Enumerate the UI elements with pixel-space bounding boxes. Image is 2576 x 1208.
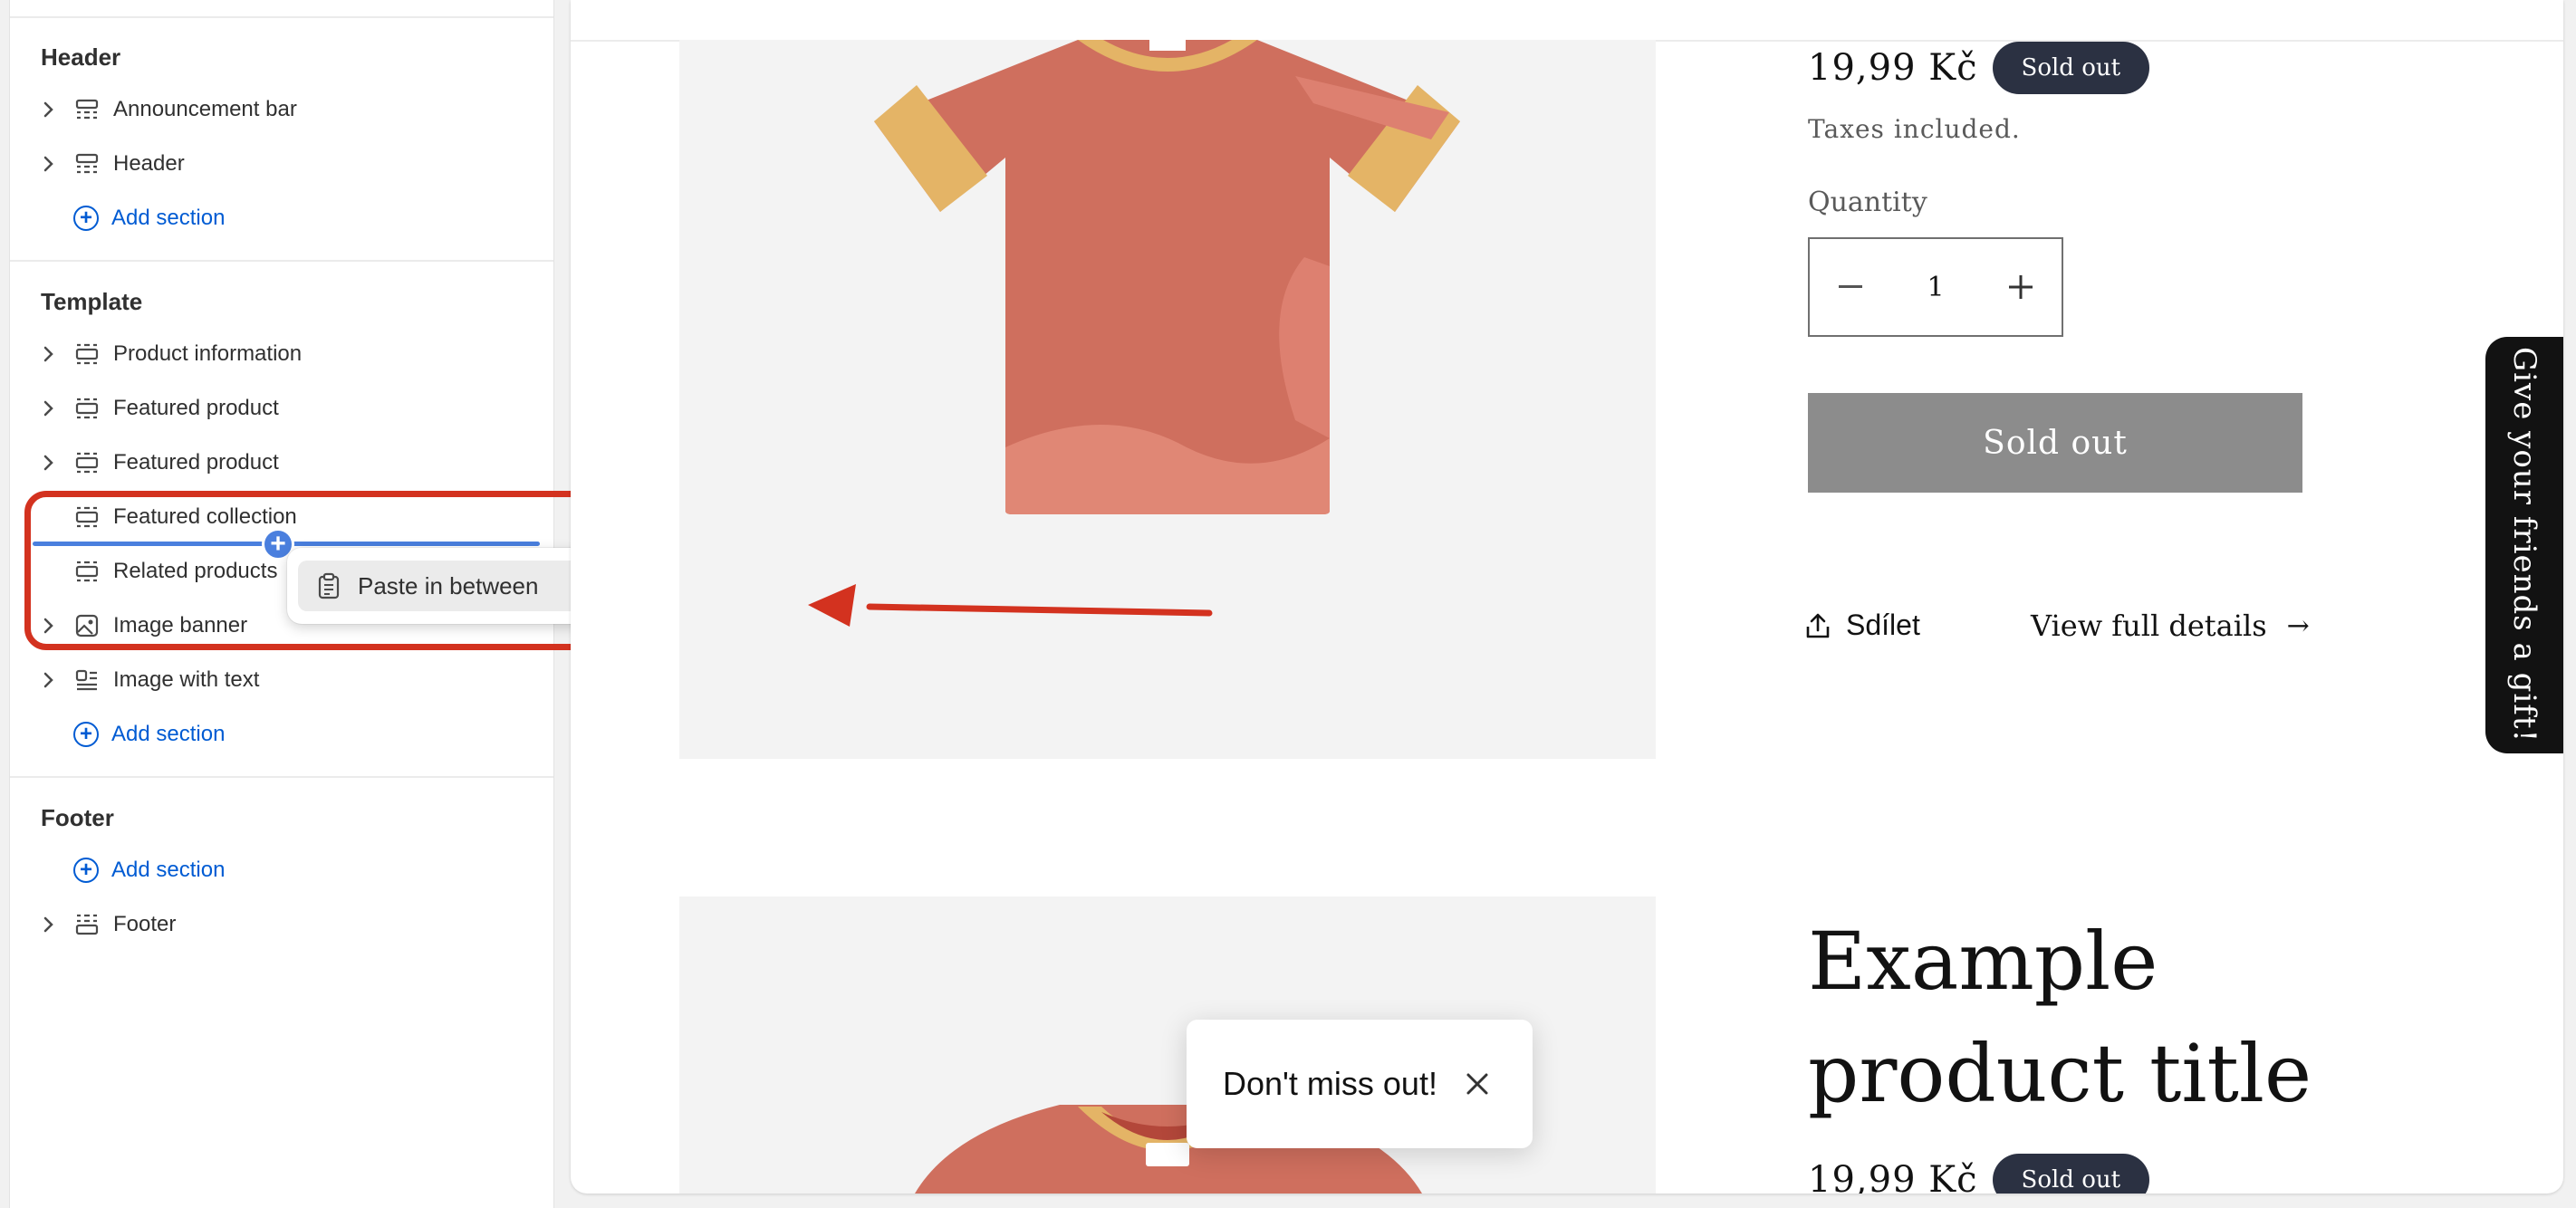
tshirt-image (874, 40, 1460, 514)
group-title-footer: Footer (41, 804, 114, 831)
add-section-header[interactable]: + Add section (73, 196, 225, 241)
section-featured-product-2[interactable]: Featured product (37, 440, 279, 485)
chevron-right-icon[interactable] (37, 98, 61, 121)
quantity-stepper: 1 (1808, 237, 2063, 337)
price-row: 19,99 Kč Sold out (1808, 42, 2150, 94)
product-image (679, 40, 1656, 759)
section-header[interactable]: Header (37, 141, 185, 187)
section-icon (73, 340, 101, 368)
add-section-footer[interactable]: + Add section (73, 848, 225, 893)
view-full-details-link[interactable]: View full details → (2031, 609, 2310, 643)
decrease-quantity-button[interactable] (1810, 239, 1891, 335)
section-featured-product-1[interactable]: Featured product (37, 386, 279, 431)
plus-circle-icon: + (73, 206, 99, 231)
section-label: Featured product (113, 396, 279, 420)
plus-icon (2009, 275, 2033, 299)
group-title-template: Template (41, 288, 143, 315)
section-label: Featured product (113, 450, 279, 475)
chevron-right-icon[interactable] (37, 913, 61, 936)
chevron-right-icon[interactable] (37, 451, 61, 475)
close-icon[interactable] (1461, 1068, 1494, 1100)
add-section-label: Add section (111, 722, 226, 746)
section-label: Header (113, 151, 185, 176)
section-label: Footer (113, 912, 177, 936)
product-price: 19,99 Kč (1808, 1159, 1978, 1194)
section-icon (73, 449, 101, 476)
increase-quantity-button[interactable] (1980, 239, 2062, 335)
group-title-header: Header (41, 43, 121, 71)
annotation-arrow (808, 584, 1213, 627)
section-label: Image with text (113, 667, 260, 692)
share-label: Sdílet (1846, 609, 1920, 641)
image-with-text-icon (73, 666, 101, 694)
add-section-label: Add section (111, 206, 226, 230)
section-label: Product information (113, 341, 303, 366)
sold-out-badge: Sold out (1992, 42, 2150, 94)
section-icon (73, 96, 101, 123)
chevron-right-icon[interactable] (37, 342, 61, 366)
price-row: 19,99 Kč Sold out (1808, 1154, 2150, 1194)
preview-top-strip (571, 0, 2563, 42)
divider (10, 260, 553, 262)
plus-circle-icon: + (73, 858, 99, 883)
share-button[interactable]: Sdílet (1802, 609, 1920, 642)
share-icon (1802, 610, 1833, 641)
product-title: Example product title (1808, 915, 2312, 1120)
popup-text: Don't miss out! (1223, 1065, 1437, 1102)
divider (10, 776, 553, 778)
divider (10, 16, 553, 18)
chevron-right-icon[interactable] (37, 397, 61, 420)
section-footer[interactable]: Footer (37, 902, 176, 947)
taxes-note: Taxes included. (1808, 114, 2021, 144)
section-announcement-bar[interactable]: Announcement bar (37, 87, 297, 132)
chevron-right-icon[interactable] (37, 668, 61, 692)
gift-tab[interactable]: Give your friends a gift! (2485, 337, 2563, 753)
sold-out-badge: Sold out (1992, 1154, 2150, 1194)
quantity-label: Quantity (1808, 187, 1927, 218)
view-details-label: View full details (2031, 609, 2267, 643)
section-product-information[interactable]: Product information (37, 331, 302, 377)
section-icon (73, 395, 101, 422)
section-icon (73, 150, 101, 177)
add-section-template[interactable]: + Add section (73, 712, 225, 757)
chevron-right-icon[interactable] (37, 152, 61, 176)
section-icon (73, 911, 101, 938)
minus-icon (1839, 285, 1862, 288)
section-label: Announcement bar (113, 97, 297, 121)
quantity-input[interactable]: 1 (1927, 272, 1944, 303)
plus-circle-icon: + (73, 722, 99, 747)
product-price: 19,99 Kč (1808, 47, 1978, 89)
add-section-label: Add section (111, 858, 226, 882)
sold-out-button[interactable]: Sold out (1808, 393, 2302, 493)
arrow-right-icon: → (2286, 609, 2310, 642)
dont-miss-out-popup: Don't miss out! (1187, 1020, 1533, 1148)
section-image-with-text[interactable]: Image with text (37, 657, 259, 703)
gift-tab-label: Give your friends a gift! (2506, 347, 2542, 743)
